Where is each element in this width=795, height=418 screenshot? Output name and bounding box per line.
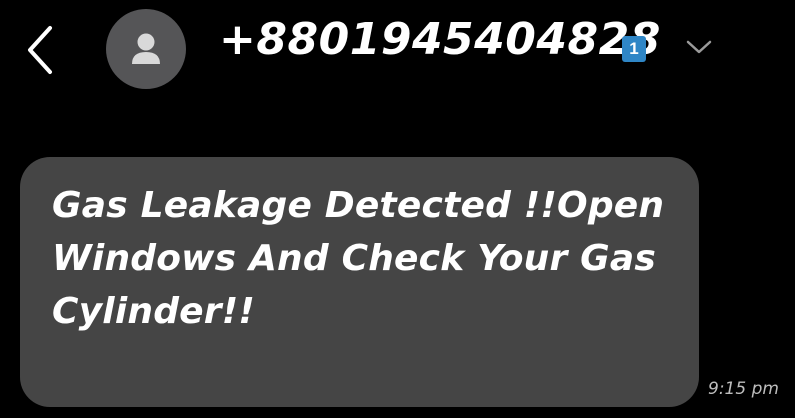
avatar[interactable] (106, 9, 186, 89)
expand-button[interactable] (684, 36, 714, 58)
sim-badge: 1 (622, 36, 646, 62)
message-timestamp: 9:15 pm (708, 379, 779, 399)
person-icon (132, 33, 160, 64)
chevron-down-icon (686, 40, 712, 54)
chevron-left-icon (28, 26, 52, 74)
message-bubble[interactable]: Gas Leakage Detected !!Open Windows And … (20, 157, 699, 407)
contact-phone-number: +8801945404828 (219, 14, 661, 65)
back-button[interactable] (24, 24, 56, 76)
message-text: Gas Leakage Detected !!Open Windows And … (52, 185, 665, 332)
